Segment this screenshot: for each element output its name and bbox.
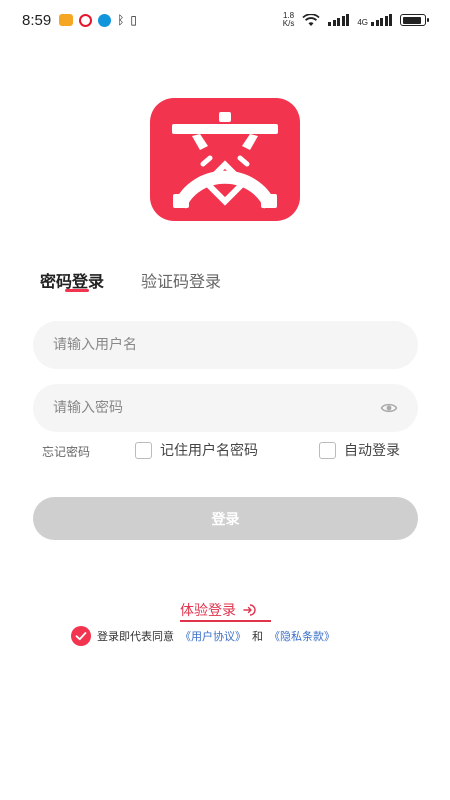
- username-field[interactable]: [33, 321, 418, 369]
- mail-notification-icon: [59, 14, 74, 26]
- remember-credentials-option[interactable]: 记住用户名密码: [135, 440, 258, 460]
- remember-label: 记住用户名密码: [160, 443, 258, 459]
- auto-login-label: 自动登录: [344, 443, 400, 459]
- tab-active-indicator: [65, 289, 89, 292]
- agreement-row: 登录即代表同意 《用户协议》 和 《隐私条款》: [71, 626, 335, 646]
- battery-icon: [400, 14, 429, 26]
- trial-login-label: 体验登录: [180, 603, 236, 619]
- bluetooth-icon: ᛒ: [117, 13, 125, 27]
- status-right: 1.8 K/s 4G: [282, 11, 429, 28]
- status-time: 8:59: [22, 11, 52, 29]
- eye-icon[interactable]: [380, 399, 398, 417]
- trial-login-link[interactable]: 体验登录: [180, 600, 256, 620]
- trial-login-underline: [180, 620, 271, 622]
- agreement-and: 和: [252, 630, 263, 643]
- forgot-password-link[interactable]: 忘记密码: [42, 443, 90, 460]
- wifi-icon: [302, 13, 320, 26]
- weibo-notification-icon: [79, 13, 93, 27]
- password-field[interactable]: [33, 384, 418, 432]
- login-button[interactable]: 登录: [33, 497, 418, 540]
- signal-strength-icon: [328, 14, 350, 26]
- arrow-right-circle-icon: [243, 604, 256, 616]
- logo-mark-icon: [172, 112, 278, 209]
- net-speed: 1.8 K/s: [282, 11, 295, 28]
- remember-checkbox[interactable]: [135, 441, 152, 459]
- app-logo: [150, 98, 300, 221]
- user-agreement-link[interactable]: 《用户协议》: [180, 628, 246, 644]
- battery-fill: [402, 16, 422, 24]
- agreement-prefix: 登录即代表同意: [97, 630, 174, 643]
- vibrate-icon: ▯: [130, 13, 138, 27]
- qq-notification-icon: [98, 13, 112, 27]
- username-input[interactable]: [53, 337, 398, 353]
- auto-login-checkbox[interactable]: [319, 441, 336, 459]
- auto-login-option[interactable]: 自动登录: [319, 440, 400, 460]
- status-bar: 8:59 ᛒ ▯ 1.8 K/s 4G: [0, 0, 450, 40]
- privacy-policy-link[interactable]: 《隐私条款》: [269, 628, 335, 644]
- tab-sms-login[interactable]: 验证码登录: [141, 268, 221, 292]
- signal-strength-2-icon: [371, 14, 392, 26]
- network-type: 4G: [357, 18, 368, 27]
- password-input[interactable]: [53, 400, 372, 416]
- status-left: 8:59 ᛒ ▯: [22, 12, 137, 29]
- check-circle-icon[interactable]: [71, 626, 91, 646]
